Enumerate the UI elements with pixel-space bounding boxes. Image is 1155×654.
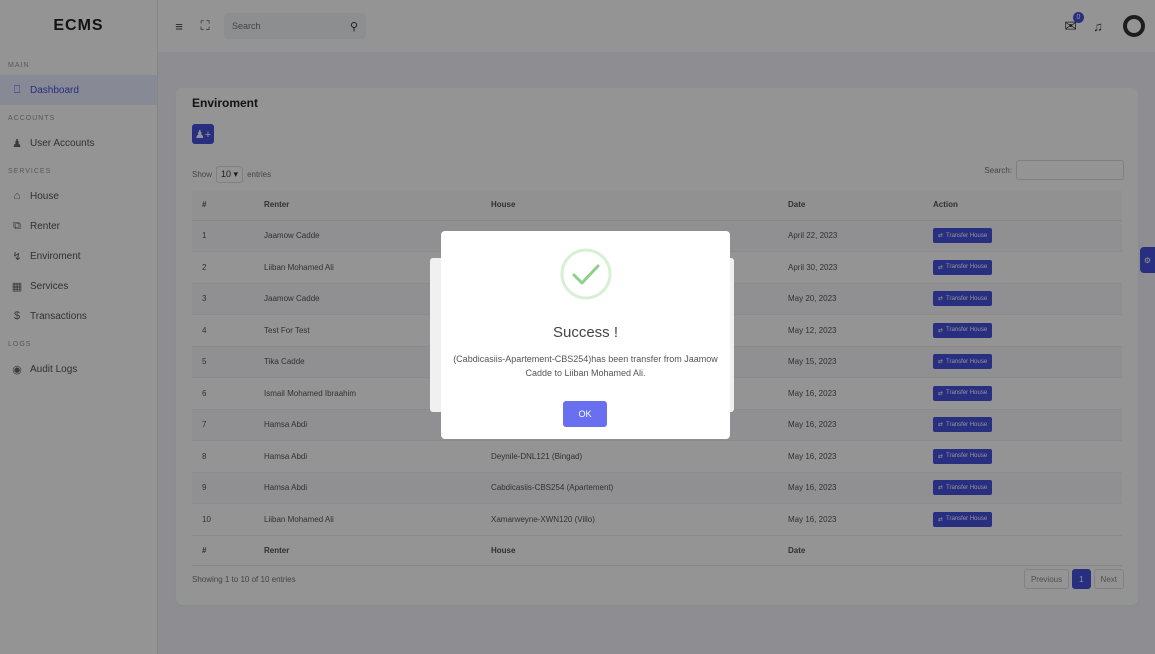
success-check-icon <box>559 247 613 301</box>
modal-title: Success ! <box>552 324 619 341</box>
ok-button[interactable]: OK <box>563 401 607 427</box>
modal-message: (Cabdicasiis-Apartement-CBS254)has been … <box>453 354 718 378</box>
success-modal: Success ! (Cabdicasiis-Apartement-CBS254… <box>441 231 730 439</box>
